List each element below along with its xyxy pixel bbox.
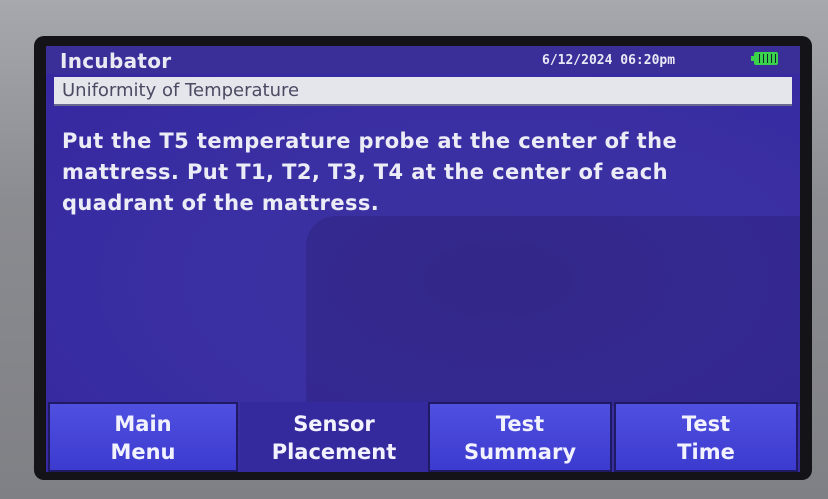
date-time: 6/12/2024 06:20pm — [542, 53, 676, 68]
instruction-text: Put the T5 temperature probe at the cent… — [62, 129, 678, 215]
softkey-bar: Main Menu Sensor Placement Test Summary … — [46, 402, 800, 472]
test-summary-button[interactable]: Test Summary — [428, 402, 612, 472]
softkey-label-line2: Summary — [463, 440, 577, 464]
status-bar: Incubator 6/12/2024 06:20pm — [46, 46, 800, 74]
sensor-placement-button[interactable]: Sensor Placement — [240, 402, 428, 472]
softkey-label-line2: Time — [677, 440, 735, 464]
softkey-label-line1: Test — [681, 412, 731, 436]
subtitle-bar: Uniformity of Temperature — [54, 77, 792, 106]
softkey-label-line1: Main — [114, 412, 172, 436]
test-time-button[interactable]: Test Time — [614, 402, 798, 472]
device-housing: Incubator 6/12/2024 06:20pm Uniformity o… — [0, 0, 828, 499]
softkey-label-line2: Menu — [110, 440, 176, 464]
softkey-label-line2: Placement — [271, 440, 397, 464]
softkey-label-line1: Test — [495, 412, 545, 436]
app-title: Incubator — [60, 49, 172, 73]
display-screen: Incubator 6/12/2024 06:20pm Uniformity o… — [46, 46, 800, 472]
battery-full-icon — [751, 52, 778, 65]
page-subtitle: Uniformity of Temperature — [62, 80, 300, 101]
main-menu-button[interactable]: Main Menu — [48, 402, 238, 472]
softkey-label-line1: Sensor — [293, 412, 375, 436]
glare-reflection — [306, 216, 800, 406]
